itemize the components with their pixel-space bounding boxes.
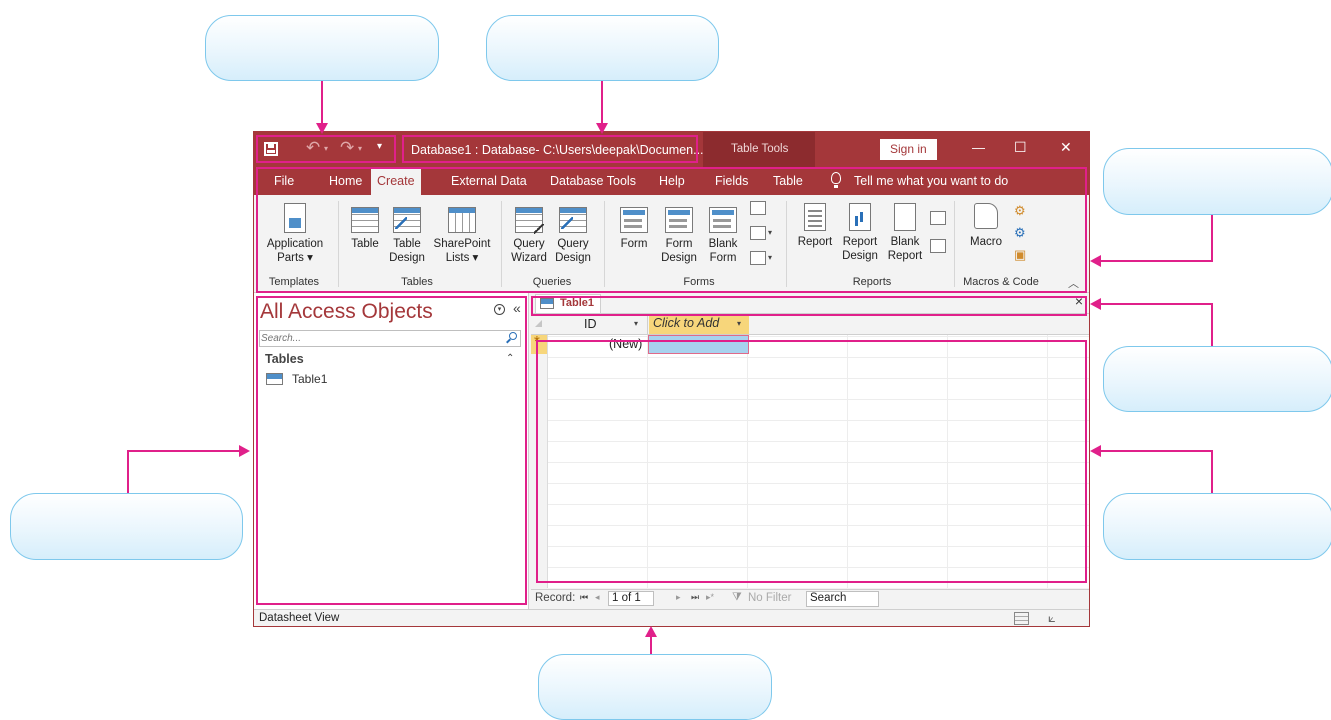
table-tools-context: Table Tools [703, 132, 815, 168]
next-record-icon[interactable]: ▸ [676, 592, 681, 603]
connector-line [650, 636, 652, 654]
close-button[interactable]: ✕ [1060, 139, 1072, 156]
no-filter-label[interactable]: No Filter [748, 592, 791, 604]
arrow-icon [645, 626, 657, 637]
first-record-icon[interactable]: ⏮ [580, 592, 588, 603]
sign-in-label: Sign in [890, 142, 927, 156]
record-search-label: Search [810, 592, 847, 604]
status-bar: Datasheet View ⟀ [254, 609, 1089, 626]
sign-in-button[interactable]: Sign in [880, 139, 937, 160]
filter-icon[interactable]: ⧩ [732, 591, 742, 604]
callout-bottom [538, 654, 772, 720]
annotation-navigation-pane [256, 296, 527, 605]
annotation-title-bar [402, 135, 698, 163]
arrow-icon [1090, 298, 1101, 310]
restore-button[interactable]: ☐ [1014, 139, 1027, 156]
callout-top-left [205, 15, 439, 81]
connector-line [1100, 303, 1213, 305]
column-header-id[interactable]: ID ▾ [548, 314, 648, 334]
connector-line [127, 450, 240, 452]
record-position-value: 1 of 1 [612, 592, 641, 604]
connector-line [1211, 451, 1213, 493]
arrow-icon [1090, 445, 1101, 457]
connector-line [1211, 304, 1213, 346]
design-view-icon[interactable]: ⟀ [1048, 610, 1056, 626]
arrow-icon [239, 445, 250, 457]
record-label: Record: [535, 592, 576, 604]
callout-left [10, 493, 243, 560]
arrow-icon [1090, 255, 1101, 267]
annotation-work-area [536, 340, 1087, 583]
callout-right-middle [1103, 346, 1331, 412]
last-record-icon[interactable]: ⏭ [691, 592, 699, 603]
column-header-click-to-add[interactable]: Click to Add ▾ [649, 314, 749, 334]
connector-line [1211, 215, 1213, 261]
column-dropdown-icon[interactable]: ▾ [737, 319, 741, 328]
callout-top-center [486, 15, 719, 81]
column-header-id-label: ID [584, 317, 597, 331]
click-to-add-label: Click to Add [653, 316, 720, 330]
view-status-text: Datasheet View [259, 612, 340, 624]
new-empty-record-icon[interactable]: ▸* [706, 592, 714, 603]
callout-right-bottom [1103, 493, 1331, 560]
minimize-button[interactable]: — [972, 140, 985, 155]
connector-line [1100, 450, 1213, 452]
annotation-document-tab [531, 296, 1087, 316]
record-search-box[interactable]: Search [806, 591, 879, 607]
datasheet-view-icon[interactable] [1014, 612, 1029, 625]
connector-line [127, 451, 129, 493]
connector-line [321, 81, 323, 124]
record-position-input[interactable]: 1 of 1 [608, 591, 654, 606]
connector-line [601, 81, 603, 124]
arrow-icon [316, 123, 328, 134]
annotation-quick-access-toolbar [256, 135, 396, 163]
annotation-ribbon [256, 167, 1087, 293]
connector-line [1100, 260, 1213, 262]
previous-record-icon[interactable]: ◂ [595, 592, 600, 603]
column-dropdown-icon[interactable]: ▾ [634, 319, 638, 328]
record-navigation-bar: Record: ⏮ ◂ 1 of 1 ▸ ⏭ ▸* ⧩ No Filter Se… [531, 589, 1089, 608]
table-tools-label: Table Tools [731, 143, 789, 155]
select-all-corner-icon[interactable] [535, 320, 542, 327]
callout-right-top [1103, 148, 1331, 215]
arrow-icon [596, 123, 608, 134]
